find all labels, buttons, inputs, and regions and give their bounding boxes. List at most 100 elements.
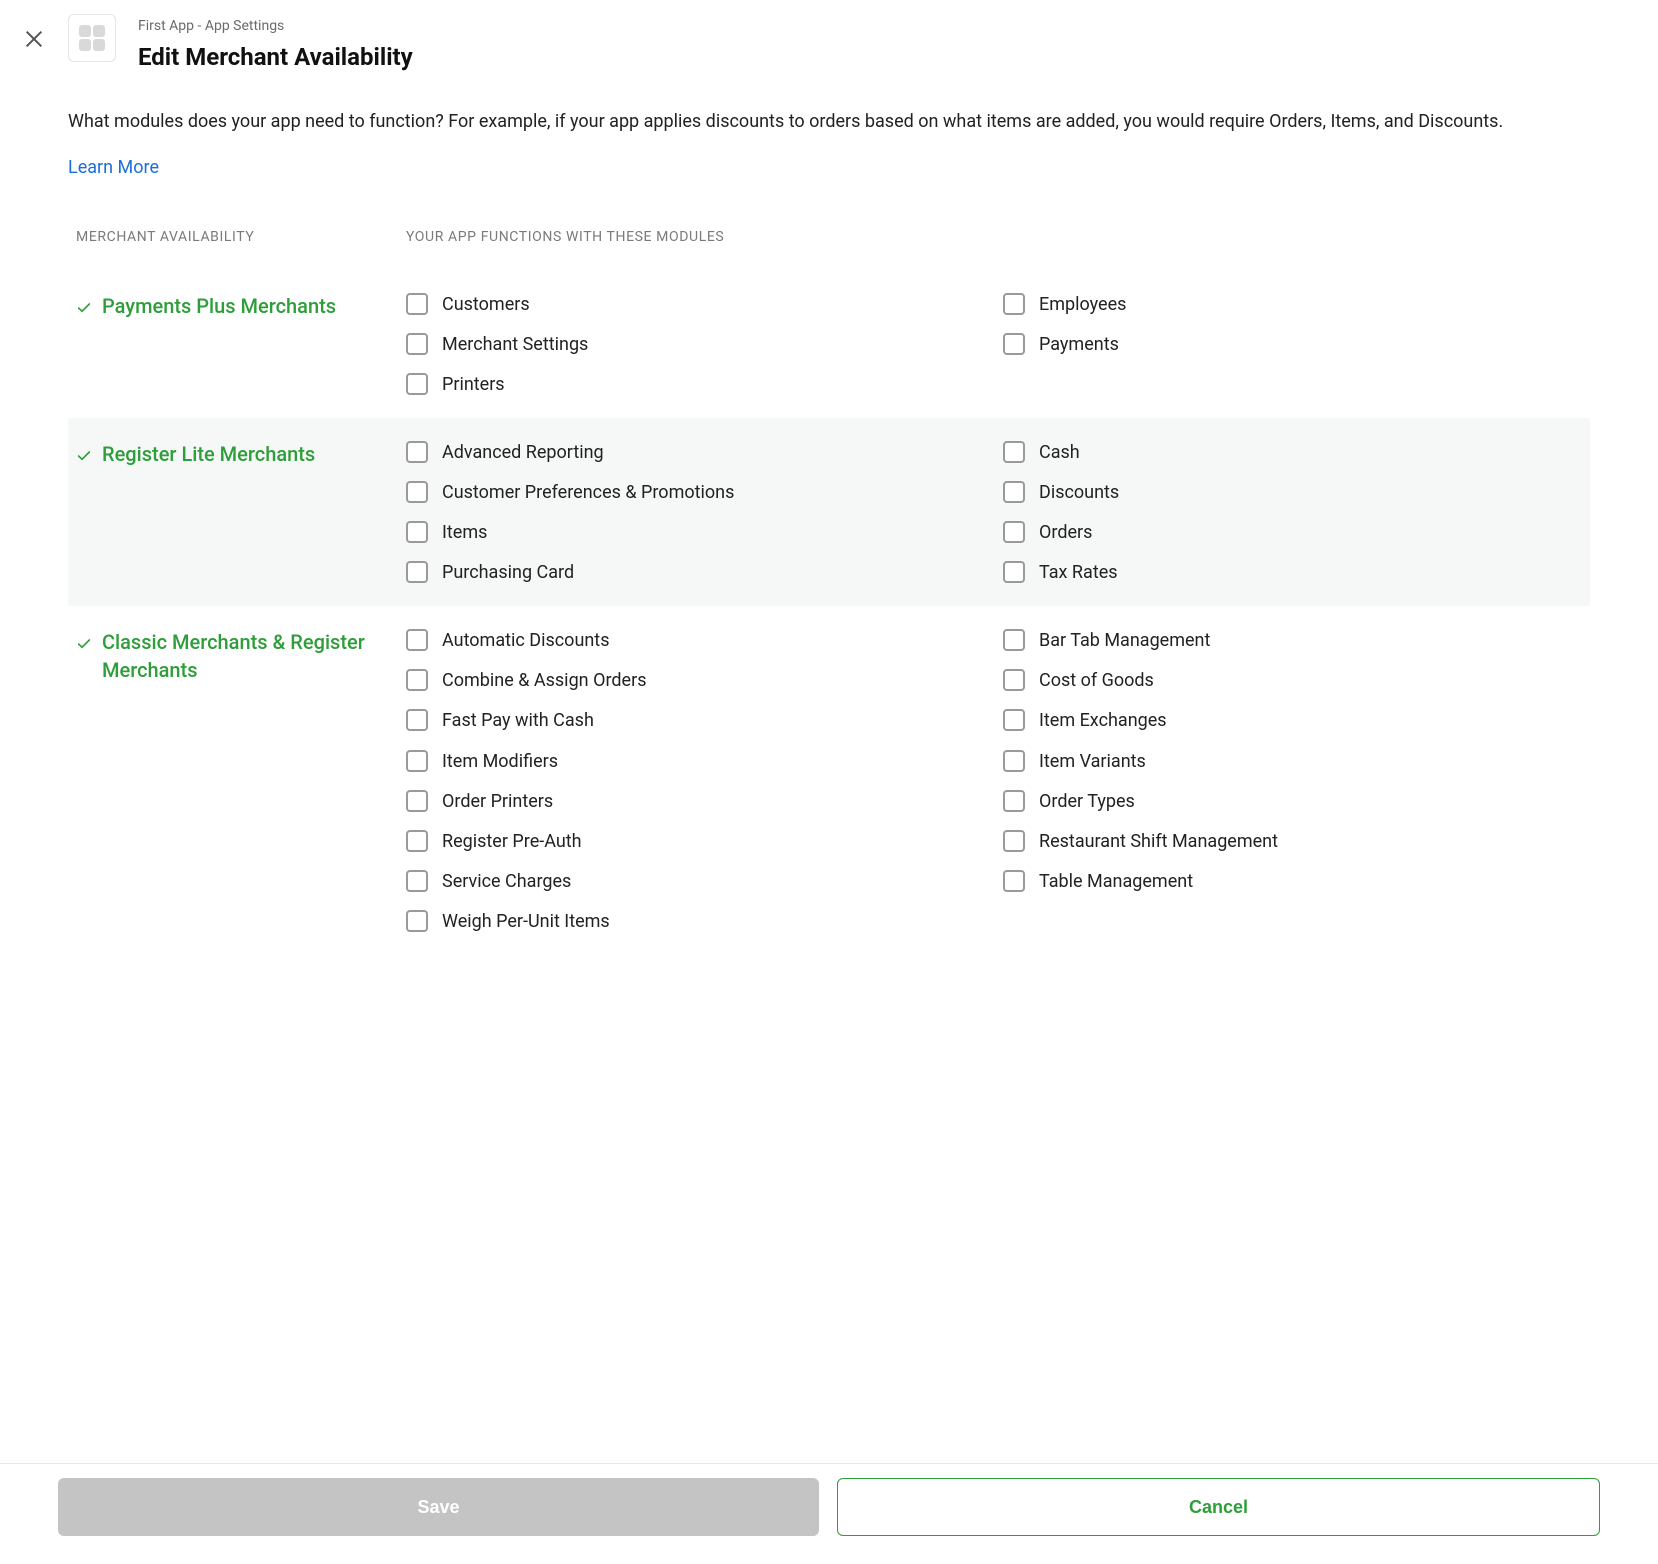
module-label: Cost of Goods [1039,668,1154,694]
availability-table: MERCHANT AVAILABILITY YOUR APP FUNCTIONS… [68,227,1590,955]
module-label: Tax Rates [1039,560,1118,586]
modal: First App - App Settings Edit Merchant A… [0,0,1658,1075]
module-checkbox[interactable] [1003,870,1025,892]
module-checkbox[interactable] [1003,481,1025,503]
availability-section-left: Payments Plus Merchants [76,292,406,398]
close-button[interactable] [22,28,46,52]
module-label: Merchant Settings [442,332,588,358]
save-button[interactable]: Save [58,1478,819,1536]
module-checkbox[interactable] [406,293,428,315]
module-item: Order Printers [406,789,983,815]
module-checkbox[interactable] [1003,293,1025,315]
module-checkbox[interactable] [406,709,428,731]
module-item: Customers [406,292,983,318]
module-item: Payments [1003,332,1580,358]
module-checkbox[interactable] [1003,669,1025,691]
module-checkbox[interactable] [1003,333,1025,355]
module-checkbox[interactable] [406,910,428,932]
module-label: Orders [1039,520,1092,546]
module-checkbox[interactable] [406,441,428,463]
module-item: Cost of Goods [1003,668,1580,694]
module-label: Employees [1039,292,1126,318]
module-label: Item Variants [1039,749,1146,775]
module-checkbox[interactable] [406,561,428,583]
modules-grid: Customers Employees Merchant Settings Payme… [406,292,1580,398]
module-checkbox[interactable] [406,870,428,892]
module-checkbox[interactable] [406,750,428,772]
module-label: Items [442,520,487,546]
module-item: Service Charges [406,869,983,895]
page-title: Edit Merchant Availability [138,40,413,75]
module-label: Register Pre-Auth [442,829,582,855]
clover-icon [79,25,105,51]
module-item: Item Exchanges [1003,708,1580,734]
module-label: Customers [442,292,530,318]
modal-header: First App - App Settings Edit Merchant A… [0,0,1658,75]
module-label: Order Printers [442,789,553,815]
module-label: Bar Tab Management [1039,628,1210,654]
availability-section-left: Classic Merchants & Register Merchants [76,628,406,935]
modules-grid: Advanced Reporting Cash Customer Preferenc… [406,440,1580,586]
module-item: Order Types [1003,789,1580,815]
close-icon [23,28,45,50]
module-checkbox[interactable] [406,333,428,355]
learn-more-link[interactable]: Learn More [68,155,159,181]
module-checkbox[interactable] [406,629,428,651]
module-checkbox[interactable] [1003,441,1025,463]
module-checkbox[interactable] [1003,709,1025,731]
module-checkbox[interactable] [406,481,428,503]
module-checkbox[interactable] [1003,521,1025,543]
module-checkbox[interactable] [406,521,428,543]
modules-grid: Automatic Discounts Bar Tab Management Com… [406,628,1580,935]
availability-section-title: Register Lite Merchants [102,440,335,468]
module-label: Order Types [1039,789,1135,815]
module-item: Item Variants [1003,749,1580,775]
module-item: Employees [1003,292,1580,318]
cancel-button[interactable]: Cancel [837,1478,1600,1536]
module-checkbox[interactable] [406,790,428,812]
module-label: Service Charges [442,869,571,895]
module-item: Tax Rates [1003,560,1580,586]
app-icon [68,14,116,62]
availability-section-title: Classic Merchants & Register Merchants [102,628,406,684]
module-checkbox[interactable] [1003,561,1025,583]
availability-section-title: Payments Plus Merchants [102,292,356,320]
module-item: Customer Preferences & Promotions [406,480,983,506]
module-item: Restaurant Shift Management [1003,829,1580,855]
check-icon [76,634,94,652]
module-label: Payments [1039,332,1119,358]
module-checkbox[interactable] [406,830,428,852]
module-label: Weigh Per-Unit Items [442,909,610,935]
availability-section: Register Lite Merchants Advanced Reportin… [68,418,1590,606]
module-label: Purchasing Card [442,560,574,586]
module-checkbox[interactable] [1003,629,1025,651]
module-item: Combine & Assign Orders [406,668,983,694]
module-checkbox[interactable] [1003,750,1025,772]
availability-section-left: Register Lite Merchants [76,440,406,586]
module-item: Discounts [1003,480,1580,506]
module-item: Cash [1003,440,1580,466]
module-label: Printers [442,372,505,398]
module-item: Orders [1003,520,1580,546]
footer-bar: Save Cancel [0,1463,1658,1564]
module-item: Bar Tab Management [1003,628,1580,654]
module-item: Automatic Discounts [406,628,983,654]
breadcrumb: First App - App Settings [138,16,413,36]
column-header-modules: YOUR APP FUNCTIONS WITH THESE MODULES [406,227,1590,247]
module-item: Merchant Settings [406,332,983,358]
module-checkbox[interactable] [1003,790,1025,812]
check-icon [76,446,94,464]
module-item: Printers [406,372,983,398]
module-label: Discounts [1039,480,1119,506]
module-checkbox[interactable] [1003,830,1025,852]
module-item: Fast Pay with Cash [406,708,983,734]
module-checkbox[interactable] [406,373,428,395]
module-label: Combine & Assign Orders [442,668,646,694]
module-label: Table Management [1039,869,1193,895]
availability-section: Payments Plus Merchants Customers Employee… [68,270,1590,418]
module-label: Advanced Reporting [442,440,604,466]
module-item: Register Pre-Auth [406,829,983,855]
module-checkbox[interactable] [406,669,428,691]
module-label: Cash [1039,440,1080,466]
module-label: Item Modifiers [442,749,558,775]
